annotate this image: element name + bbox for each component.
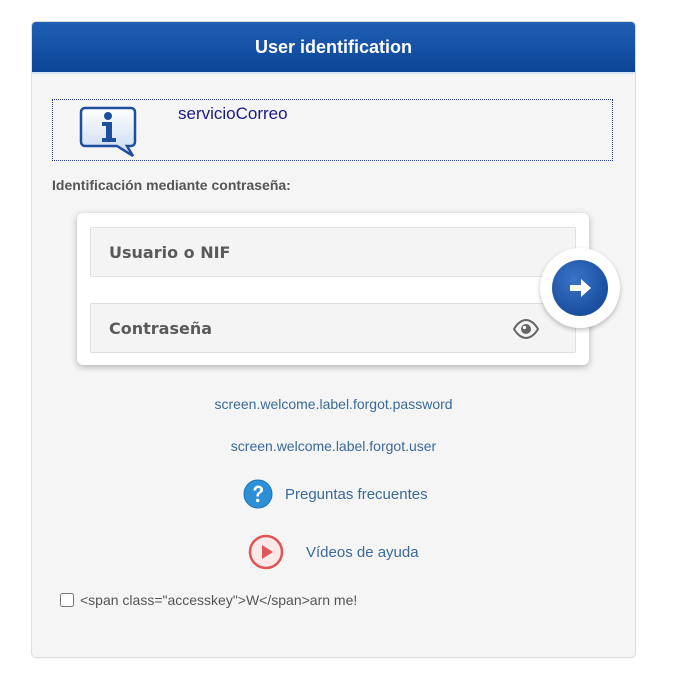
- videos-link[interactable]: Vídeos de ayuda: [248, 534, 419, 570]
- section-label: Identificación mediante contraseña:: [52, 177, 291, 193]
- warn-me-checkbox[interactable]: [60, 593, 74, 607]
- question-icon[interactable]: [243, 479, 273, 509]
- info-icon: [79, 106, 137, 158]
- arrow-right-icon: [570, 279, 591, 297]
- eye-icon[interactable]: [513, 319, 539, 339]
- panel-title: User identification: [254, 36, 413, 57]
- remember-option[interactable]: <span class="accesskey">W</span>arn me!: [60, 592, 357, 608]
- panel-header: User identification: [32, 22, 635, 72]
- forgot-password-link[interactable]: screen.welcome.label.forgot.password: [32, 396, 635, 412]
- password-field-box: [90, 303, 576, 353]
- videos-label[interactable]: Vídeos de ayuda: [306, 544, 419, 561]
- header-divider: [32, 72, 635, 74]
- login-form: [77, 213, 589, 365]
- faq-link[interactable]: Preguntas frecuentes: [243, 479, 428, 509]
- user-field-box: [90, 227, 576, 277]
- play-icon[interactable]: [248, 534, 284, 570]
- login-panel: User identification servicioCorreo Ident…: [32, 22, 635, 657]
- info-text: servicioCorreo: [178, 104, 288, 123]
- warn-me-label: <span class="accesskey">W</span>arn me!: [80, 592, 358, 608]
- submit-button-ring: [540, 248, 620, 328]
- password-input[interactable]: [91, 304, 575, 352]
- submit-button[interactable]: [552, 260, 608, 316]
- faq-label[interactable]: Preguntas frecuentes: [285, 486, 428, 503]
- forgot-user-link[interactable]: screen.welcome.label.forgot.user: [32, 438, 635, 454]
- info-box: servicioCorreo: [52, 99, 613, 161]
- username-input[interactable]: [91, 228, 575, 276]
